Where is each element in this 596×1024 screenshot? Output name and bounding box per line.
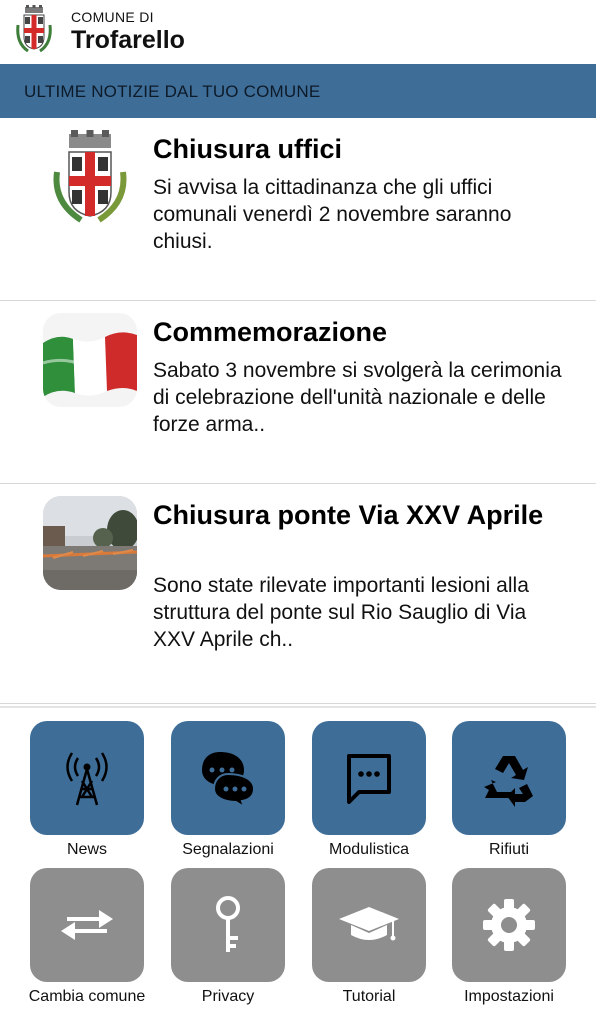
app-header: COMUNE DI Trofarello — [0, 0, 596, 64]
news-item[interactable]: Commemorazione Sabato 3 novembre si svol… — [0, 301, 596, 484]
news-item[interactable]: Chiusura uffici Si avvisa la cittadinanz… — [0, 118, 596, 301]
news-label: News — [66, 841, 107, 858]
impostazioni-label: Impostazioni — [464, 988, 554, 1005]
bridge-photo-icon — [43, 496, 137, 590]
cambia-comune-button[interactable] — [30, 868, 144, 982]
crest-icon — [16, 5, 52, 53]
news-title: Chiusura uffici — [153, 134, 343, 164]
news-button[interactable] — [30, 721, 144, 835]
crest-icon — [43, 130, 137, 224]
privacy-label: Privacy — [201, 988, 255, 1005]
news-title: Commemorazione — [153, 317, 388, 347]
rifiuti-label: Rifiuti — [488, 841, 529, 858]
tutorial-label: Tutorial — [342, 988, 396, 1005]
rifiuti-button[interactable] — [452, 721, 566, 835]
cambia-comune-label: Cambia comune — [28, 988, 146, 1005]
news-item[interactable]: Chiusura ponte Via XXV Aprile Sono state… — [0, 484, 596, 704]
modulistica-label: Modulistica — [328, 841, 410, 858]
banner-title: ULTIME NOTIZIE DAL TUO COMUNE — [24, 82, 321, 101]
segnalazioni-label: Segnalazioni — [182, 841, 274, 858]
comune-label: COMUNE DI — [71, 9, 154, 25]
news-title: Chiusura ponte Via XXV Aprile — [153, 500, 544, 530]
comune-name: Trofarello — [71, 26, 185, 54]
segnalazioni-button[interactable] — [171, 721, 285, 835]
message-dots-icon — [347, 754, 391, 804]
modulistica-button[interactable] — [312, 721, 426, 835]
italian-flag-icon — [43, 313, 137, 407]
tutorial-button[interactable] — [312, 868, 426, 982]
news-summary: Sabato 3 novembre si svolgerà la cerimon… — [153, 359, 562, 436]
recycle-icon — [484, 756, 533, 807]
news-summary: Si avvisa la cittadinanza che gli uffici… — [153, 176, 512, 253]
chat-bubbles-icon — [202, 752, 256, 808]
gear-icon — [483, 899, 535, 951]
news-summary: Sono state rilevate importanti lesioni a… — [153, 574, 529, 651]
news-list: Chiusura uffici Si avvisa la cittadinanz… — [0, 118, 596, 704]
graduation-cap-icon — [339, 907, 399, 941]
antenna-icon — [66, 752, 108, 806]
divider — [0, 706, 596, 708]
key-icon — [216, 896, 240, 952]
impostazioni-button[interactable] — [452, 868, 566, 982]
swap-arrows-icon — [61, 910, 113, 940]
privacy-button[interactable] — [171, 868, 285, 982]
news-section-banner: ULTIME NOTIZIE DAL TUO COMUNE — [0, 64, 596, 118]
